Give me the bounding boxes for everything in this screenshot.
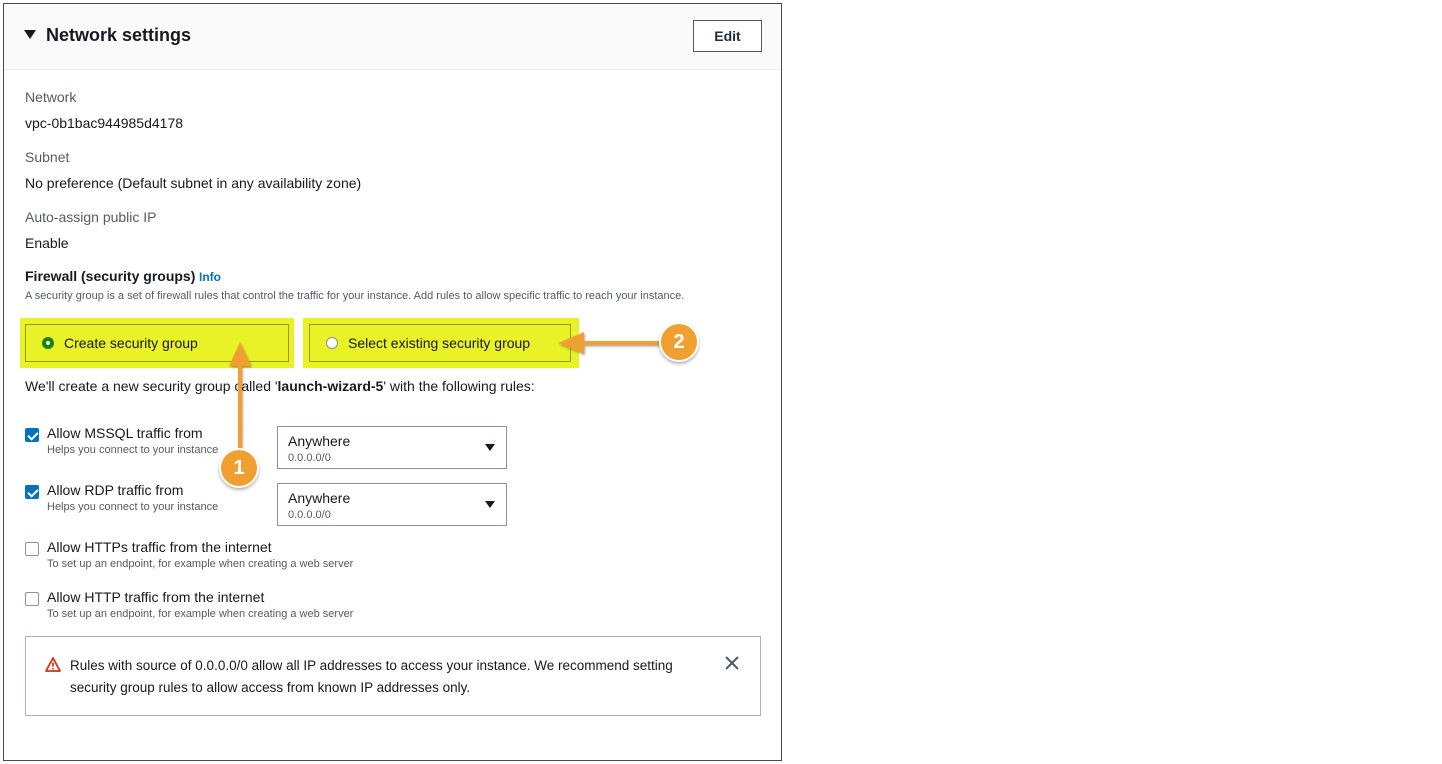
close-icon[interactable] [724,655,740,671]
network-value: vpc-0b1bac944985d4178 [25,115,184,131]
rule-http-help: To set up an endpoint, for example when … [47,608,354,620]
rdp-source-cidr: 0.0.0.0/0 [288,509,331,521]
rdp-source-value: Anywhere [288,490,351,506]
firewall-title: Firewall (security groups) [25,268,196,284]
rule-https-label: Allow HTTPs traffic from the internet [47,539,272,555]
rule-rdp-help: Helps you connect to your instance [47,501,219,513]
firewall-description: A security group is a set of firewall ru… [25,290,685,302]
mssql-source-cidr: 0.0.0.0/0 [288,452,331,464]
section-title[interactable]: Network settings [46,25,191,46]
radio-unselected-icon[interactable] [326,337,338,349]
mssql-source-select[interactable]: Anywhere 0.0.0.0/0 [277,426,507,469]
warning-icon [45,657,61,672]
select-existing-security-group-radio[interactable]: Select existing security group [309,324,571,362]
note-suffix: ' with the following rules: [383,378,535,394]
caret-down-icon [485,444,495,451]
rule-rdp-checkbox[interactable] [25,485,39,499]
annotation-badge-1: 1 [219,448,259,488]
rule-https-checkbox[interactable] [25,542,39,556]
security-group-name: launch-wizard-5 [277,378,384,394]
edit-button[interactable]: Edit [693,20,762,52]
rule-mssql-checkbox[interactable] [25,428,39,442]
rule-mssql-help: Helps you connect to your instance [47,444,219,456]
network-settings-panel: Network settings Edit Network vpc-0b1bac… [3,3,782,761]
auto-assign-ip-label: Auto-assign public IP [25,209,157,225]
caret-down-icon [485,501,495,508]
rule-http-checkbox[interactable] [25,592,39,606]
mssql-source-value: Anywhere [288,433,351,449]
caret-down-icon[interactable] [24,30,36,39]
select-existing-security-group-label: Select existing security group [348,335,531,351]
create-security-group-note: We'll create a new security group called… [25,378,535,394]
rule-https-help: To set up an endpoint, for example when … [47,558,354,570]
network-label: Network [25,89,77,105]
annotation-badge-2: 2 [659,322,699,362]
rule-mssql-label: Allow MSSQL traffic from [47,425,203,441]
rule-http-label: Allow HTTP traffic from the internet [47,589,265,605]
create-security-group-radio[interactable]: Create security group [25,324,289,362]
radio-selected-icon[interactable] [42,337,54,349]
subnet-label: Subnet [25,149,70,165]
auto-assign-ip-value: Enable [25,235,69,251]
create-security-group-label: Create security group [64,335,198,351]
subnet-value: No preference (Default subnet in any ava… [25,175,362,191]
note-prefix: We'll create a new security group called… [25,378,278,394]
rule-rdp-label: Allow RDP traffic from [47,482,184,498]
firewall-info-link[interactable]: Info [199,270,221,284]
rdp-source-select[interactable]: Anywhere 0.0.0.0/0 [277,483,507,526]
warning-alert: Rules with source of 0.0.0.0/0 allow all… [25,636,761,716]
warning-alert-text: Rules with source of 0.0.0.0/0 allow all… [70,658,673,695]
panel-header: Network settings Edit [4,4,781,70]
